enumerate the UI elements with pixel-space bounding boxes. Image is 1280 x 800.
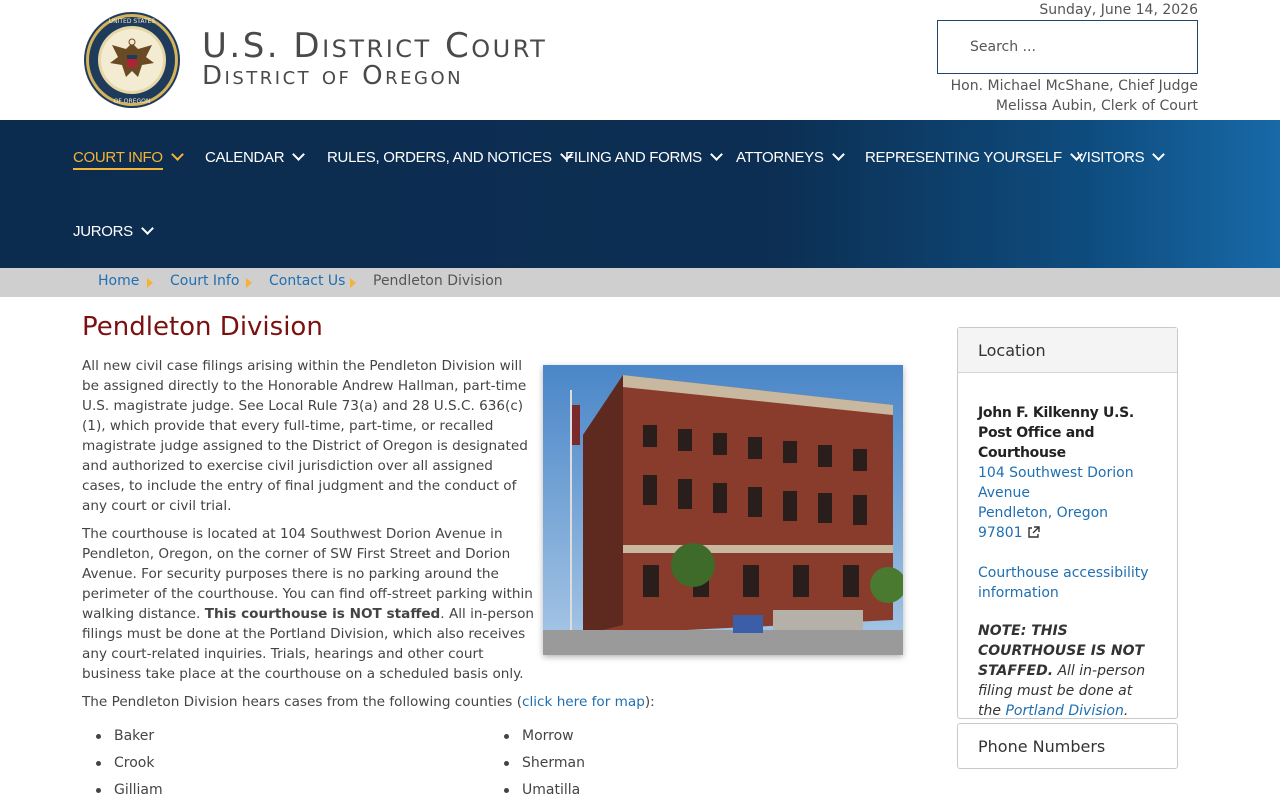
external-link-icon [1027, 525, 1040, 545]
breadcrumb-separator-icon [350, 278, 356, 288]
breadcrumb-court-info[interactable]: Court Info [170, 273, 239, 289]
court-officers: Hon. Michael McShane, Chief Judge Meliss… [951, 76, 1198, 116]
nav-court-info-label: COURT INFO [73, 149, 163, 170]
location-card: Location John F. Kilkenny U.S. Post Offi… [957, 327, 1178, 719]
list-item: Morrow [490, 723, 585, 750]
nav-filing-forms[interactable]: FILING AND FORMS [565, 142, 723, 172]
clerk-text: Melissa Aubin, Clerk of Court [995, 98, 1198, 114]
nav-attorneys-label: ATTORNEYS [736, 148, 824, 166]
chief-judge-text: Hon. Michael McShane, Chief Judge [950, 78, 1198, 94]
breadcrumb-home[interactable]: Home [98, 273, 139, 289]
list-item: Sherman [490, 750, 585, 777]
breadcrumb-separator-icon [147, 278, 153, 288]
phone-numbers-card[interactable]: Phone Numbers [957, 723, 1178, 769]
svg-text:UNITED STATES: UNITED STATES [109, 18, 156, 25]
accessibility-link[interactable]: Courthouse accessibility information [978, 565, 1149, 601]
counties-intro: The Pendleton Division hears cases from … [82, 692, 782, 712]
portland-division-link[interactable]: Portland Division [1005, 703, 1123, 719]
location-card-body: John F. Kilkenny U.S. Post Office and Co… [958, 373, 1177, 721]
address-zip[interactable]: 97801 [978, 525, 1040, 541]
note-end: . [1123, 703, 1129, 719]
site-subtitle[interactable]: District of Oregon [202, 60, 463, 92]
nav-visitors[interactable]: VISITORS [1077, 142, 1166, 172]
breadcrumb-separator-icon [246, 278, 252, 288]
search-input[interactable] [937, 20, 1198, 74]
nav-jurors[interactable]: JURORS [73, 216, 154, 246]
nav-court-info[interactable]: COURT INFO [73, 142, 184, 172]
chevron-down-icon [292, 148, 306, 161]
court-seal-logo[interactable]: UNITED STATES OF OREGON [82, 11, 182, 109]
nav-rules-label: RULES, ORDERS, AND NOTICES [327, 148, 552, 166]
nav-attorneys[interactable]: ATTORNEYS [736, 142, 845, 172]
address-line1[interactable]: 104 Southwest Dorion Avenue [978, 463, 1157, 503]
counties-list-col1: Baker Crook Gilliam [82, 723, 163, 800]
site-header: UNITED STATES OF OREGON U.S. District Co… [0, 0, 1280, 120]
list-item: Baker [82, 723, 163, 750]
list-item: Umatilla [490, 777, 585, 800]
breadcrumb: Home Court Info Contact Us Pendleton Div… [0, 268, 1280, 297]
nav-jurors-label: JURORS [73, 222, 133, 240]
chevron-down-icon [831, 148, 845, 161]
zip-text: 97801 [978, 525, 1023, 541]
courthouse-photo [543, 365, 903, 655]
nav-representing-yourself[interactable]: REPRESENTING YOURSELF [865, 142, 1083, 172]
counties-text-b: ): [644, 694, 655, 710]
intro-paragraph: All new civil case filings arising withi… [82, 358, 528, 514]
nav-calendar-label: CALENDAR [205, 148, 285, 166]
breadcrumb-current: Pendleton Division [373, 273, 503, 289]
nav-filing-label: FILING AND FORMS [565, 148, 702, 166]
nav-calendar[interactable]: CALENDAR [205, 142, 306, 172]
nav-representing-label: REPRESENTING YOURSELF [865, 148, 1062, 166]
location-card-title: Location [958, 328, 1177, 373]
main-navigation: COURT INFO CALENDAR RULES, ORDERS, AND N… [0, 120, 1280, 268]
address-line2[interactable]: Pendleton, Oregon [978, 503, 1157, 523]
list-item: Crook [82, 750, 163, 777]
address-link[interactable]: 104 Southwest Dorion Avenue Pendleton, O… [978, 463, 1157, 545]
counties-list-col2: Morrow Sherman Umatilla [490, 723, 585, 800]
nav-rules-orders-notices[interactable]: RULES, ORDERS, AND NOTICES [327, 142, 573, 172]
list-item: Gilliam [82, 777, 163, 800]
nav-visitors-label: VISITORS [1077, 148, 1145, 166]
svg-text:OF OREGON: OF OREGON [114, 98, 151, 105]
map-link[interactable]: click here for map [522, 694, 645, 710]
current-date: Sunday, June 14, 2026 [1039, 2, 1198, 18]
not-staffed-text: This courthouse is NOT staffed [204, 606, 441, 622]
chevron-down-icon [141, 222, 154, 235]
chevron-down-icon [170, 148, 184, 161]
not-staffed-note: NOTE: THIS COURTHOUSE IS NOT STAFFED. Al… [978, 621, 1157, 721]
breadcrumb-contact-us[interactable]: Contact Us [269, 273, 345, 289]
location-paragraph: The courthouse is located at 104 Southwe… [82, 524, 534, 684]
building-name: John F. Kilkenny U.S. Post Office and Co… [978, 405, 1134, 461]
counties-text-a: The Pendleton Division hears cases from … [82, 694, 522, 710]
chevron-down-icon [1152, 148, 1166, 161]
page-title: Pendleton Division [82, 312, 323, 342]
chevron-down-icon [710, 148, 723, 161]
